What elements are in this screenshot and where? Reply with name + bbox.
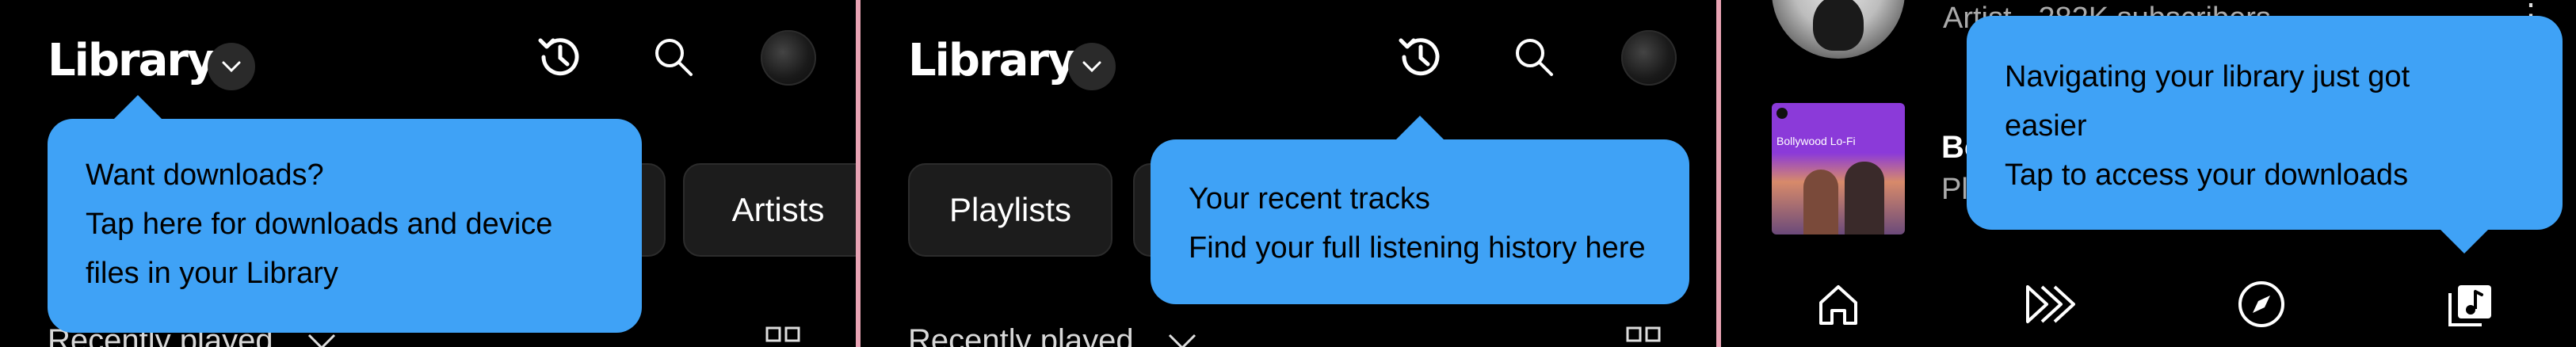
tooltip-arrow: [2439, 228, 2490, 254]
nav-library[interactable]: [2439, 273, 2502, 336]
artist-avatar[interactable]: [1772, 0, 1905, 59]
tooltip-arrow: [113, 95, 163, 120]
chip-label: Playlists: [948, 191, 1072, 228]
tooltip-body-line1: Tap here for downloads and device: [86, 208, 553, 241]
chevron-down-icon: [307, 334, 335, 347]
explore-icon: [2238, 281, 2284, 327]
nav-samples[interactable]: [2017, 273, 2081, 336]
search-icon: [655, 39, 693, 76]
more-options-icon[interactable]: ⋮: [2515, 0, 2547, 21]
tooltip-body-line1: Find your full listening history here: [1189, 231, 1646, 265]
sort-label: Recently played: [908, 323, 1134, 347]
playlist-thumbnail[interactable]: Bollywood Lo-Fi: [1772, 103, 1905, 235]
history-icon: [1399, 38, 1440, 76]
tooltip-body-line1: Navigating your library just got: [2005, 60, 2410, 93]
filter-chip-playlists[interactable]: Playlists: [908, 163, 1112, 257]
search-icon: [1516, 39, 1553, 76]
grid-view-icon[interactable]: [765, 326, 800, 347]
home-icon: [1819, 285, 1857, 325]
tooltip-heading: Want downloads?: [86, 158, 324, 192]
library-icon: [2448, 285, 2491, 326]
samples-icon: [2026, 285, 2075, 323]
history-button[interactable]: [1389, 25, 1452, 89]
chip-label: Artists: [731, 191, 825, 228]
nav-explore[interactable]: [2230, 273, 2293, 336]
tooltip-body-line3: Tap to access your downloads: [2005, 158, 2409, 192]
chevron-down-icon: [1082, 61, 1101, 73]
library-screen-history-tip: Library Playlists Recently played Your r…: [861, 0, 1716, 347]
chevron-down-icon: [222, 61, 241, 73]
filter-chip-artists[interactable]: Artists: [683, 163, 856, 257]
page-title: Library: [908, 35, 1076, 86]
tooltip-heading: Your recent tracks: [1189, 182, 1430, 215]
library-menu-button[interactable]: [1068, 43, 1116, 90]
history-icon: [538, 38, 579, 76]
search-button[interactable]: [642, 25, 705, 89]
thumbnail-label: Bollywood Lo-Fi: [1776, 135, 1856, 147]
recently-played-sort[interactable]: Recently played: [908, 323, 1198, 347]
library-menu-button[interactable]: [208, 43, 255, 90]
avatar[interactable]: [761, 30, 816, 86]
tooltip-body-line2: files in your Library: [86, 257, 338, 290]
avatar[interactable]: [1621, 30, 1677, 86]
navigation-tooltip[interactable]: Navigating your library just got easier …: [1967, 16, 2563, 254]
library-screen-nav-tip: Artist · 282K subscribers Bollywood Lo-F…: [1721, 0, 2576, 347]
history-button[interactable]: [529, 25, 592, 89]
page-title: Library: [48, 35, 216, 86]
tooltip-body-line2: easier: [2005, 109, 2087, 143]
chevron-down-icon: [1168, 334, 1196, 347]
grid-view-icon[interactable]: [1626, 326, 1661, 347]
tooltip-arrow: [1395, 116, 1445, 141]
history-tooltip[interactable]: Your recent tracks Find your full listen…: [1151, 116, 1689, 304]
playlist-meta: Pl: [1941, 173, 1968, 206]
nav-home[interactable]: [1807, 273, 1870, 336]
search-button[interactable]: [1502, 25, 1566, 89]
downloads-tooltip[interactable]: Want downloads? Tap here for downloads a…: [48, 95, 642, 333]
library-screen-downloads-tip: Library Artists Recently played Want dow…: [0, 0, 856, 347]
